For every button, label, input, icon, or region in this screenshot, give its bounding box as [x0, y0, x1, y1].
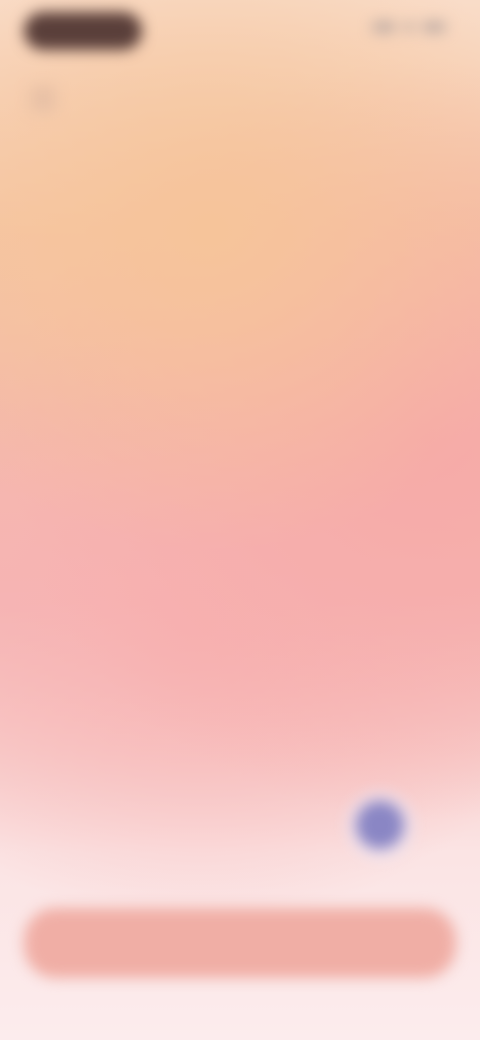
- battery-icon: [422, 22, 446, 32]
- signal-icon: [372, 22, 396, 32]
- voice-button[interactable]: [356, 801, 404, 849]
- primary-button[interactable]: [24, 908, 456, 978]
- app-icon: [30, 86, 56, 112]
- message-input[interactable]: [28, 796, 356, 854]
- wifi-icon: [404, 22, 414, 32]
- composer: [28, 790, 448, 860]
- status-icons: [372, 22, 446, 32]
- status-pill[interactable]: [24, 12, 142, 50]
